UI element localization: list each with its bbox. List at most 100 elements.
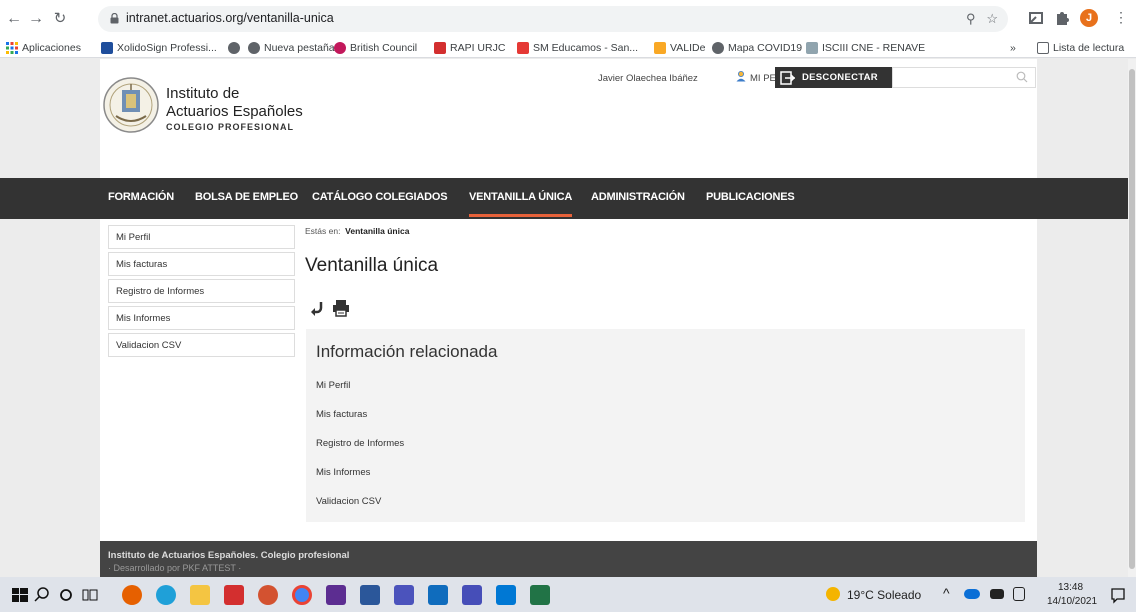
teams-alt-icon[interactable] — [462, 585, 482, 605]
nav-administracion[interactable]: ADMINISTRACIÓN — [591, 191, 685, 203]
logout-label: DESCONECTAR — [802, 72, 878, 83]
print-icon[interactable] — [332, 299, 350, 317]
main-navigation: FORMACIÓN BOLSA DE EMPLEO CATÁLOGO COLEG… — [0, 178, 1128, 219]
teams-icon[interactable] — [394, 585, 414, 605]
onedrive-icon[interactable] — [964, 589, 980, 599]
bookmark-sm-educamos[interactable]: SM Educamos - San... — [517, 40, 638, 56]
logout-button[interactable]: DESCONECTAR — [775, 67, 892, 88]
powerpoint-icon[interactable] — [258, 585, 278, 605]
bookmarks-overflow[interactable]: » — [1010, 40, 1016, 56]
logout-icon — [780, 70, 796, 85]
music-app-icon[interactable] — [326, 585, 346, 605]
store-icon[interactable] — [496, 585, 516, 605]
bookmark-label: Nueva pestaña — [264, 42, 335, 54]
search-icon[interactable] — [1016, 71, 1028, 83]
back-arrow-icon[interactable]: ← — [4, 9, 24, 29]
related-link-validacion-csv[interactable]: Validacion CSV — [316, 496, 381, 507]
sidebar-item-mi-perfil[interactable]: Mi Perfil — [108, 225, 295, 249]
bookmark-rapi-urjc[interactable]: RAPI URJC — [434, 40, 505, 56]
search-icon[interactable] — [32, 585, 52, 605]
bookmark-british-council[interactable]: British Council — [334, 40, 417, 56]
institute-seal-logo[interactable] — [102, 76, 160, 134]
bookmark-valide[interactable]: VALIDe — [654, 40, 705, 56]
nav-catalogo-colegiados[interactable]: CATÁLOGO COLEGIADOS — [312, 191, 448, 203]
reading-list-button[interactable]: Lista de lectura — [1037, 40, 1124, 56]
puzzle-extensions-icon[interactable] — [1052, 8, 1072, 28]
bookmark-star-icon[interactable]: ☆ — [986, 11, 998, 26]
bookmark-iscii[interactable]: ISCIII CNE - RENAVE — [806, 40, 925, 56]
excel-icon[interactable] — [530, 585, 550, 605]
bookmark-label: ISCIII CNE - RENAVE — [822, 42, 926, 54]
iscii-icon — [806, 42, 818, 54]
related-link-mis-informes[interactable]: Mis Informes — [316, 467, 370, 478]
weather-sun-icon[interactable] — [826, 587, 840, 601]
windows-taskbar: 19°C Soleado ^ 13:48 14/10/2021 — [0, 577, 1136, 612]
reading-list-label: Lista de lectura — [1053, 42, 1125, 54]
zoom-icon[interactable]: ⚲ — [966, 11, 976, 26]
sidebar-item-registro-informes[interactable]: Registro de Informes — [108, 279, 295, 303]
outlook-icon[interactable] — [428, 585, 448, 605]
network-icon[interactable] — [1013, 587, 1025, 601]
globe-icon — [248, 42, 260, 54]
file-explorer-icon[interactable] — [190, 585, 210, 605]
windows-start-icon[interactable] — [10, 585, 30, 605]
word-icon[interactable] — [360, 585, 380, 605]
bookmark-xolidosign[interactable]: XolidoSign Professi... — [101, 40, 217, 56]
related-link-registro-informes[interactable]: Registro de Informes — [316, 438, 404, 449]
site-container: Instituto de Actuarios Españoles COLEGIO… — [100, 59, 1037, 577]
back-icon[interactable] — [308, 299, 326, 317]
profile-avatar[interactable]: J — [1080, 9, 1098, 27]
bookmark-mapa-covid[interactable]: Mapa COVID19 — [712, 40, 802, 56]
bookmark-label: RAPI URJC — [450, 42, 506, 54]
apps-grid-icon — [6, 42, 18, 54]
chrome-icon[interactable] — [292, 585, 312, 605]
task-view-icon[interactable] — [80, 585, 100, 605]
page-scrollbar[interactable] — [1128, 59, 1136, 577]
omnibox-actions[interactable]: ⚲ ☆ — [966, 11, 998, 27]
globe-icon — [712, 42, 724, 54]
bookmark-apps[interactable]: Aplicaciones — [6, 40, 81, 56]
tray-chevron-up-icon[interactable]: ^ — [943, 585, 950, 601]
nav-bolsa-empleo[interactable]: BOLSA DE EMPLEO — [195, 191, 298, 203]
bookmark-label: VALIDe — [670, 42, 706, 54]
battery-icon[interactable] — [990, 589, 1004, 599]
user-icon — [736, 71, 746, 82]
sidebar-item-mis-facturas[interactable]: Mis facturas — [108, 252, 295, 276]
related-link-mi-perfil[interactable]: Mi Perfil — [316, 380, 350, 391]
nav-ventanilla-unica[interactable]: VENTANILLA ÚNICA — [469, 191, 572, 217]
address-bar[interactable]: intranet.actuarios.org/ventanilla-unica … — [98, 6, 1008, 32]
clock-date[interactable]: 14/10/2021 — [1047, 596, 1097, 607]
cortana-icon[interactable] — [56, 585, 76, 605]
site-footer: Instituto de Actuarios Españoles. Colegi… — [100, 541, 1037, 577]
reload-icon[interactable]: ↻ — [50, 9, 70, 29]
forward-arrow-icon[interactable]: → — [26, 9, 46, 29]
acrobat-icon[interactable] — [224, 585, 244, 605]
bookmark-label: Mapa COVID19 — [728, 42, 803, 54]
sidebar-item-validacion-csv[interactable]: Validacion CSV — [108, 333, 295, 357]
related-link-mis-facturas[interactable]: Mis facturas — [316, 409, 367, 420]
nav-formacion[interactable]: FORMACIÓN — [108, 191, 174, 203]
bookmark-label: Aplicaciones — [22, 42, 81, 54]
bookmark-new-tab[interactable]: Nueva pestaña — [248, 40, 335, 56]
related-info-panel: Información relacionada Mi Perfil Mis fa… — [306, 329, 1025, 522]
bookmark-label: XolidoSign Professi... — [117, 42, 217, 54]
browser-menu-icon[interactable]: ⋮ — [1114, 9, 1128, 26]
edge-icon[interactable] — [156, 585, 176, 605]
site-search-input[interactable] — [892, 67, 1036, 88]
bookmark-globe[interactable] — [228, 40, 244, 56]
cast-extension-icon[interactable] — [1026, 8, 1046, 28]
notifications-icon[interactable] — [1108, 585, 1128, 605]
breadcrumb: Estás en: Ventanilla única — [305, 226, 409, 236]
footer-credits[interactable]: · Desarrollado por PKF ATTEST · — [108, 563, 241, 573]
firefox-icon[interactable] — [122, 585, 142, 605]
nav-publicaciones[interactable]: PUBLICACIONES — [706, 191, 795, 203]
sm-educamos-icon — [517, 42, 529, 54]
sidebar-item-mis-informes[interactable]: Mis Informes — [108, 306, 295, 330]
bookmarks-bar: Aplicaciones XolidoSign Professi... Nuev… — [0, 37, 1136, 58]
rapi-urjc-icon — [434, 42, 446, 54]
globe-icon — [228, 42, 240, 54]
scrollbar-thumb[interactable] — [1129, 69, 1135, 569]
weather-text[interactable]: 19°C Soleado — [847, 588, 921, 602]
clock-time[interactable]: 13:48 — [1058, 582, 1083, 593]
user-name: Javier Olaechea Ibáñez — [598, 73, 698, 84]
